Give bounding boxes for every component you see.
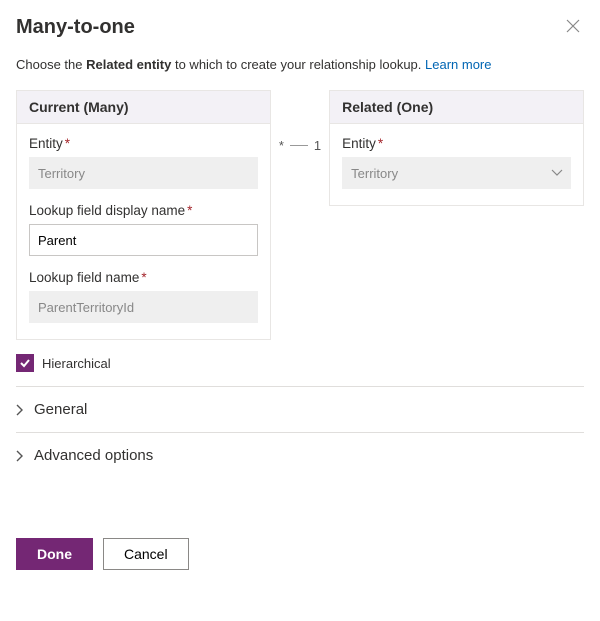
- current-entity-label: Entity*: [29, 136, 258, 151]
- done-button[interactable]: Done: [16, 538, 93, 570]
- chevron-right-icon: [16, 450, 24, 462]
- section-advanced[interactable]: Advanced options: [16, 432, 584, 478]
- related-entity-label: Entity*: [342, 136, 571, 151]
- hierarchical-checkbox[interactable]: [16, 354, 34, 372]
- section-general-label: General: [34, 401, 87, 418]
- check-icon: [19, 357, 31, 369]
- related-entity-value: Territory: [342, 157, 571, 189]
- cancel-button[interactable]: Cancel: [103, 538, 189, 570]
- chevron-right-icon: [16, 404, 24, 416]
- page-title: Many-to-one: [16, 16, 135, 39]
- relationship-connector: * 1: [271, 138, 329, 153]
- close-icon: [566, 19, 580, 33]
- current-panel: Current (Many) Entity* Territory Lookup …: [16, 90, 271, 340]
- connector-one: 1: [314, 138, 321, 153]
- lookup-name-label: Lookup field name*: [29, 270, 258, 285]
- lookup-display-label: Lookup field display name*: [29, 203, 258, 218]
- related-entity-select[interactable]: Territory: [342, 157, 571, 189]
- current-entity-value: Territory: [29, 157, 258, 189]
- lookup-name-value: ParentTerritoryId: [29, 291, 258, 323]
- lookup-display-input[interactable]: [29, 224, 258, 256]
- section-advanced-label: Advanced options: [34, 447, 153, 464]
- connector-line: [290, 145, 308, 146]
- related-panel: Related (One) Entity* Territory: [329, 90, 584, 206]
- close-button[interactable]: [562, 16, 584, 38]
- subtitle-suffix: to which to create your relationship loo…: [171, 57, 425, 72]
- section-general[interactable]: General: [16, 386, 584, 432]
- subtitle: Choose the Related entity to which to cr…: [16, 57, 584, 72]
- learn-more-link[interactable]: Learn more: [425, 57, 491, 72]
- related-panel-title: Related (One): [330, 91, 583, 124]
- hierarchical-label: Hierarchical: [42, 356, 111, 371]
- subtitle-prefix: Choose the: [16, 57, 86, 72]
- subtitle-bold: Related entity: [86, 57, 171, 72]
- connector-many: *: [279, 138, 284, 153]
- current-panel-title: Current (Many): [17, 91, 270, 124]
